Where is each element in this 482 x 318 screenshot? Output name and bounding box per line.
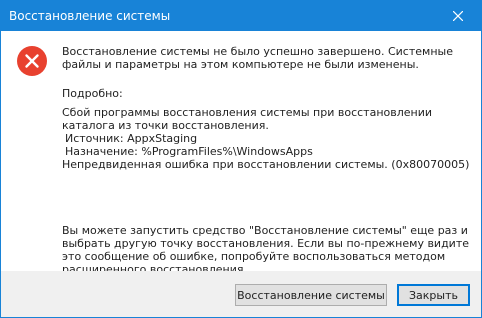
button-footer: Восстановление системы Закрыть: [1, 271, 481, 317]
error-icon: [17, 46, 47, 76]
details-heading: Подробно:: [62, 87, 123, 100]
close-window-button[interactable]: [435, 1, 481, 31]
system-restore-button[interactable]: Восстановление системы: [235, 284, 387, 306]
title-bar[interactable]: Восстановление системы: [1, 1, 481, 31]
details-section: Подробно: Сбой программы восстановления …: [62, 87, 472, 171]
close-button[interactable]: Закрыть: [397, 284, 470, 306]
details-failure-line: Сбой программы восстановления системы пр…: [62, 106, 433, 132]
dialog-content: Восстановление системы не было успешно з…: [1, 31, 481, 276]
advice-message: Вы можете запустить средство "Восстановл…: [62, 224, 470, 276]
details-destination: Назначение: %ProgramFiles%\WindowsApps: [65, 145, 313, 158]
details-error-code: Непредвиденная ошибка при восстановлении…: [62, 158, 470, 171]
dialog-window: Восстановление системы Восстановление си…: [0, 0, 482, 318]
main-message: Восстановление системы не было успешно з…: [62, 45, 453, 71]
close-icon: [453, 11, 463, 21]
window-title: Восстановление системы: [9, 9, 171, 23]
details-source: Источник: AppxStaging: [65, 132, 198, 145]
